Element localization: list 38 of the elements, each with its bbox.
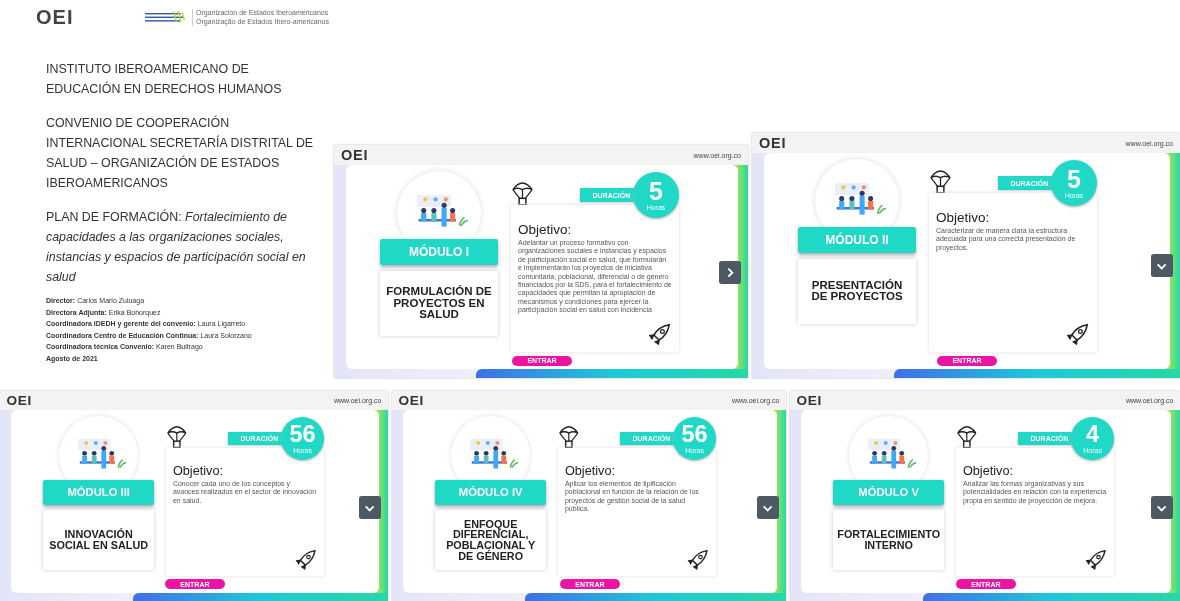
parachute-icon (929, 168, 952, 195)
objective-heading: Objetivo: (962, 463, 1013, 478)
module-label: MÓDULO I (380, 239, 498, 266)
objective-heading: Objetivo: (564, 463, 615, 478)
document-heading: INSTITUTO IBEROAMERICANO DE EDUCACIÓN EN DERECHOS HUMANOS (46, 61, 283, 98)
module-title: PRESENTACIÓN DE PROYECTOS (798, 259, 916, 324)
oei-logo: OEI (796, 393, 823, 409)
module-label: MÓDULO III (43, 479, 154, 505)
parachute-icon (558, 424, 580, 450)
module-title: FORTALECIMIENTO INTERNO (833, 509, 945, 571)
objective-heading: Objetivo: (172, 463, 223, 478)
oei-logo: OEI (36, 6, 75, 29)
parachute-icon (956, 424, 978, 450)
objective-heading: Objetivo: (936, 210, 990, 225)
rocket-icon (647, 323, 671, 348)
objective-heading: Objetivo: (518, 222, 572, 237)
nav-button[interactable] (358, 496, 382, 519)
document-heading: PLAN DE FORMACIÓN: Fortalecimiento de capacidades a las organizaciones sociales, instancias y espacios de participación social en salud (46, 208, 307, 286)
module-title: FORMULACIÓN DE PROYECTOS EN SALUD (380, 271, 498, 336)
parachute-icon (166, 424, 188, 450)
rocket-icon (686, 548, 709, 572)
module-title: INNOVACIÓN SOCIAL EN SALUD (43, 509, 155, 571)
oei-logo: OEI (6, 393, 33, 409)
module-label: MÓDULO V (833, 479, 944, 505)
module-label: MÓDULO II (798, 227, 916, 254)
module-title: ENFOQUE DIFERENCIAL, POBLACIONAL Y DE GÉNERO (435, 509, 547, 571)
rocket-icon (1065, 323, 1089, 348)
oei-logo: OEI (341, 147, 369, 163)
rocket-icon (1084, 548, 1107, 572)
rocket-icon (294, 548, 317, 572)
oei-logo: OEI (398, 393, 425, 409)
parachute-icon (511, 180, 534, 207)
nav-button[interactable] (756, 496, 780, 519)
nav-button[interactable] (1150, 254, 1174, 277)
module-label: MÓDULO IV (435, 479, 546, 505)
nav-button[interactable] (1150, 496, 1174, 519)
oei-logo: OEI (759, 135, 787, 151)
document-heading: CONVENIO DE COOPERACIÓN INTERNACIONAL SECRETARÍA DISTRITAL DE SALUD – ORGANIZACIÓN DE ESTADOS IBEROAMERICANOS (46, 114, 315, 192)
